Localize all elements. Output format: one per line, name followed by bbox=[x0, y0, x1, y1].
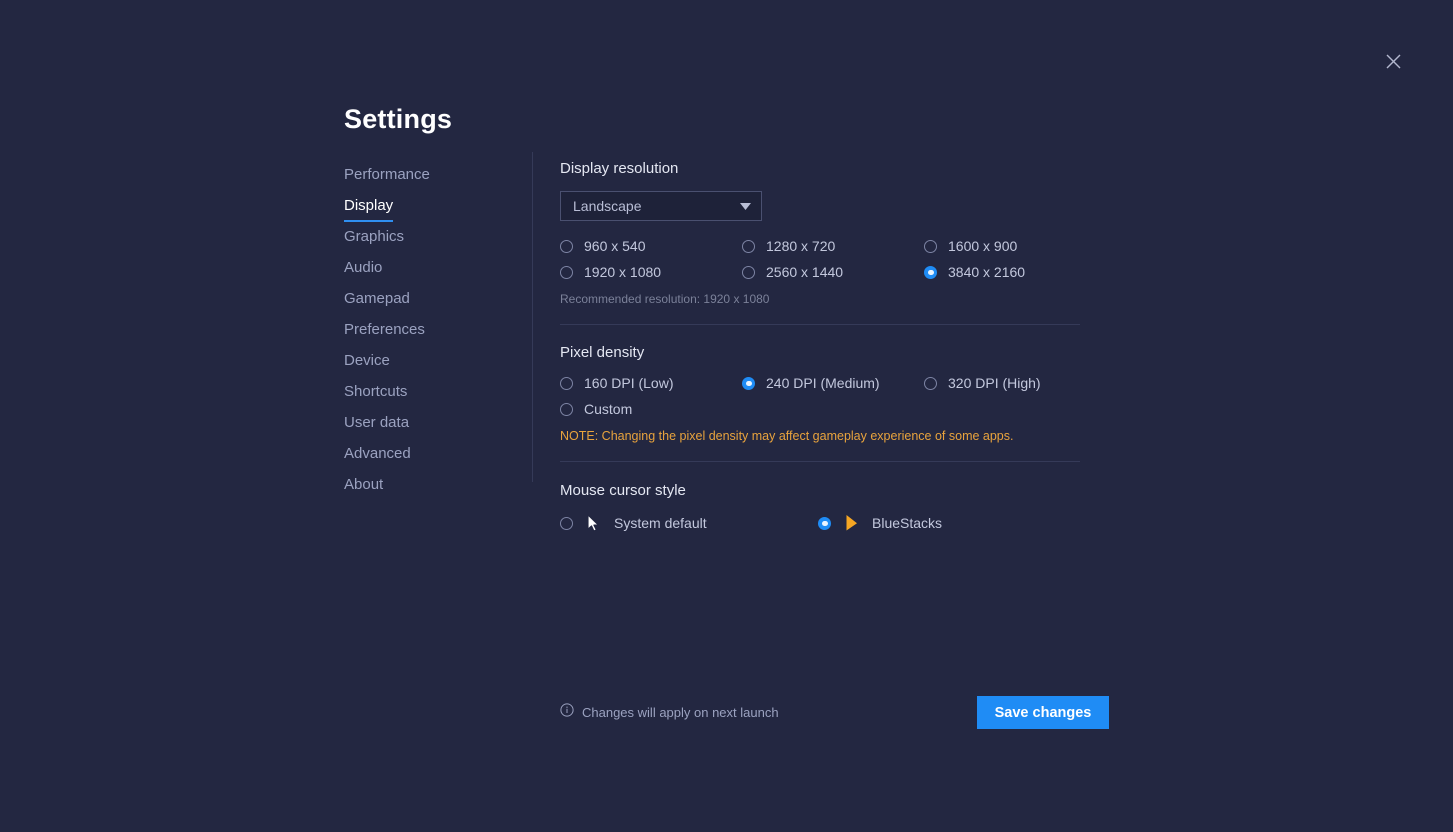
radio-label: 2560 x 1440 bbox=[766, 264, 844, 280]
radio-option-system-default-cursor[interactable]: System default bbox=[560, 513, 818, 533]
radio-indicator bbox=[924, 265, 937, 279]
close-button[interactable] bbox=[1378, 46, 1408, 76]
radio-label: 1280 x 720 bbox=[766, 238, 836, 254]
radio-indicator bbox=[924, 376, 937, 390]
radio-option-bluestacks-cursor[interactable]: BlueStacks bbox=[818, 513, 1076, 533]
radio-indicator bbox=[560, 402, 573, 416]
radio-indicator bbox=[560, 376, 573, 390]
section-mouse-cursor-style: Mouse cursor style System default BlueSt… bbox=[560, 482, 1080, 533]
radio-option-320-dpi[interactable]: 320 DPI (High) bbox=[924, 375, 1106, 391]
sidebar-item-preferences[interactable]: Preferences bbox=[344, 319, 514, 350]
radio-label: 1600 x 900 bbox=[948, 238, 1018, 254]
section-divider bbox=[560, 461, 1080, 462]
pixel-density-note: NOTE: Changing the pixel density may aff… bbox=[560, 429, 1014, 443]
section-display-resolution: Display resolution Landscape 960 x 540 1… bbox=[560, 160, 1080, 325]
sidebar-item-device[interactable]: Device bbox=[344, 350, 514, 381]
sidebar-item-label: Shortcuts bbox=[344, 383, 408, 400]
sidebar-item-label: Audio bbox=[344, 259, 383, 276]
section-pixel-density: Pixel density 160 DPI (Low) 240 DPI (Med… bbox=[560, 344, 1080, 462]
sidebar-item-label: Device bbox=[344, 352, 390, 369]
footer-note: Changes will apply on next launch bbox=[560, 703, 977, 722]
section-divider bbox=[560, 324, 1080, 325]
info-circle-icon bbox=[560, 703, 574, 722]
cursor-arrow-white-icon bbox=[584, 513, 602, 533]
sidebar-item-label: Advanced bbox=[344, 445, 411, 462]
radio-label: Custom bbox=[584, 401, 633, 417]
radio-indicator bbox=[924, 239, 937, 253]
radio-indicator bbox=[742, 239, 755, 253]
settings-sidebar: Performance Display Graphics Audio Gamep… bbox=[344, 164, 514, 505]
radio-indicator bbox=[742, 376, 755, 390]
radio-label: 3840 x 2160 bbox=[948, 264, 1026, 280]
sidebar-item-shortcuts[interactable]: Shortcuts bbox=[344, 381, 514, 412]
pixel-density-options: 160 DPI (Low) 240 DPI (Medium) 320 DPI (… bbox=[560, 375, 1080, 417]
radio-label: BlueStacks bbox=[872, 515, 943, 531]
close-icon bbox=[1386, 54, 1401, 69]
radio-label: 960 x 540 bbox=[584, 238, 646, 254]
sidebar-item-gamepad[interactable]: Gamepad bbox=[344, 288, 514, 319]
radio-option-2560x1440[interactable]: 2560 x 1440 bbox=[742, 264, 924, 280]
sidebar-item-audio[interactable]: Audio bbox=[344, 257, 514, 288]
section-title-mouse-cursor-style: Mouse cursor style bbox=[560, 482, 686, 499]
radio-option-1280x720[interactable]: 1280 x 720 bbox=[742, 238, 924, 254]
settings-dialog: Settings Performance Display Graphics Au… bbox=[0, 0, 1453, 832]
save-changes-button[interactable]: Save changes bbox=[977, 696, 1109, 729]
sidebar-item-label: Display bbox=[344, 195, 394, 222]
sidebar-item-label: User data bbox=[344, 414, 410, 431]
orientation-dropdown[interactable]: Landscape bbox=[560, 191, 762, 221]
section-title-display-resolution: Display resolution bbox=[560, 160, 679, 177]
radio-indicator bbox=[818, 516, 831, 530]
radio-option-960x540[interactable]: 960 x 540 bbox=[560, 238, 742, 254]
sidebar-item-display[interactable]: Display bbox=[344, 195, 514, 226]
radio-option-3840x2160[interactable]: 3840 x 2160 bbox=[924, 264, 1106, 280]
radio-option-1600x900[interactable]: 1600 x 900 bbox=[924, 238, 1106, 254]
radio-label: 1920 x 1080 bbox=[584, 264, 662, 280]
radio-label: 160 DPI (Low) bbox=[584, 375, 674, 391]
radio-option-240-dpi[interactable]: 240 DPI (Medium) bbox=[742, 375, 924, 391]
chevron-down-icon bbox=[740, 197, 751, 215]
cursor-arrow-orange-icon bbox=[842, 513, 860, 533]
orientation-dropdown-value: Landscape bbox=[573, 198, 642, 214]
radio-indicator bbox=[560, 516, 573, 530]
sidebar-item-label: Graphics bbox=[344, 228, 405, 245]
page-title: Settings bbox=[344, 104, 453, 134]
sidebar-item-user-data[interactable]: User data bbox=[344, 412, 514, 443]
footer-note-label: Changes will apply on next launch bbox=[582, 705, 779, 720]
radio-option-1920x1080[interactable]: 1920 x 1080 bbox=[560, 264, 742, 280]
radio-option-160-dpi[interactable]: 160 DPI (Low) bbox=[560, 375, 742, 391]
sidebar-item-about[interactable]: About bbox=[344, 474, 514, 505]
radio-indicator bbox=[560, 239, 573, 253]
resolution-options: 960 x 540 1280 x 720 1600 x 900 1920 x 1… bbox=[560, 238, 1080, 280]
radio-indicator bbox=[560, 265, 573, 279]
sidebar-item-label: About bbox=[344, 476, 384, 493]
radio-label: System default bbox=[614, 515, 707, 531]
recommended-resolution-hint: Recommended resolution: 1920 x 1080 bbox=[560, 292, 770, 306]
section-title-pixel-density: Pixel density bbox=[560, 344, 645, 361]
sidebar-item-label: Preferences bbox=[344, 321, 425, 338]
radio-label: 240 DPI (Medium) bbox=[766, 375, 880, 391]
sidebar-item-label: Performance bbox=[344, 166, 430, 183]
sidebar-content-divider bbox=[532, 152, 533, 482]
mouse-cursor-options: System default BlueStacks bbox=[560, 513, 1080, 533]
settings-content-panel: Display resolution Landscape 960 x 540 1… bbox=[560, 160, 1080, 533]
sidebar-item-performance[interactable]: Performance bbox=[344, 164, 514, 195]
radio-label: 320 DPI (High) bbox=[948, 375, 1041, 391]
sidebar-item-label: Gamepad bbox=[344, 290, 410, 307]
radio-option-custom-dpi[interactable]: Custom bbox=[560, 401, 742, 417]
sidebar-item-advanced[interactable]: Advanced bbox=[344, 443, 514, 474]
radio-indicator bbox=[742, 265, 755, 279]
sidebar-item-graphics[interactable]: Graphics bbox=[344, 226, 514, 257]
dialog-footer: Changes will apply on next launch Save c… bbox=[560, 696, 1109, 729]
